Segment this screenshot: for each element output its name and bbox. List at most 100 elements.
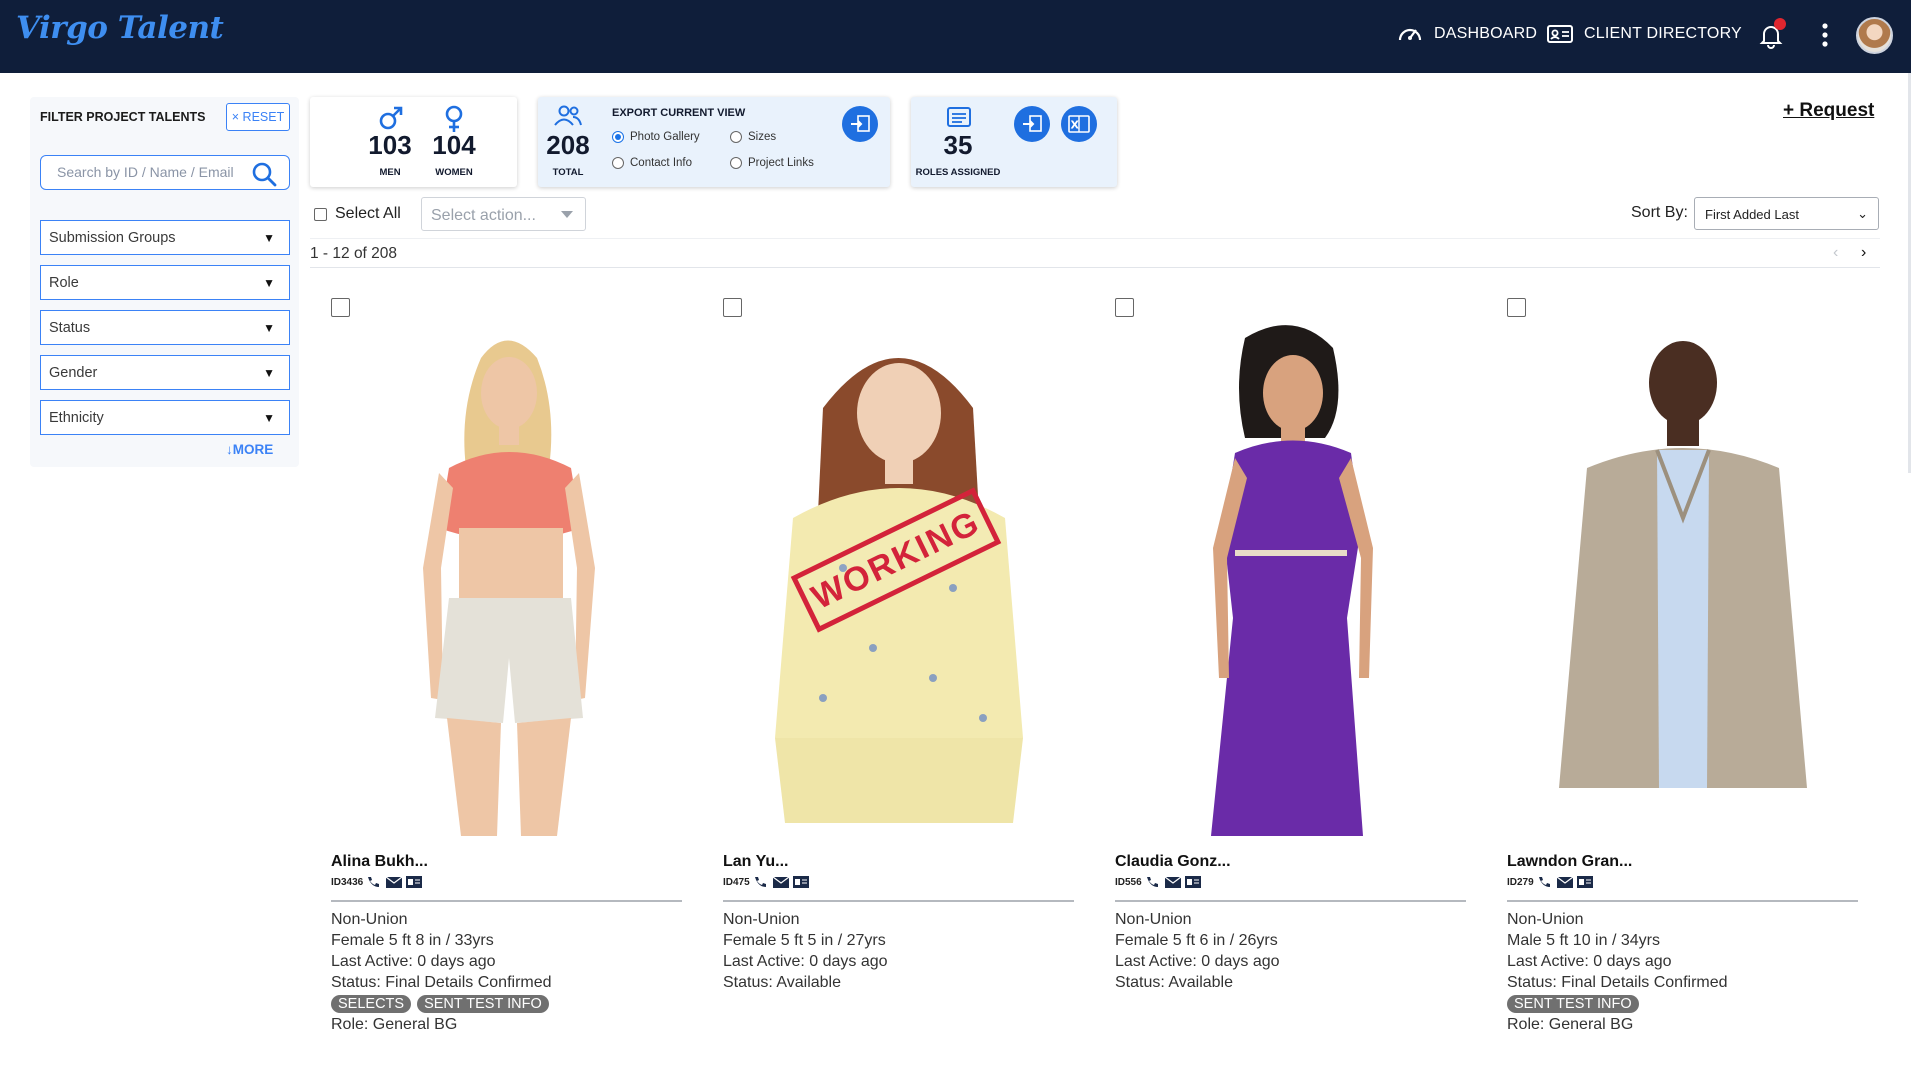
more-filters-link[interactable]: ↓MORE [226, 442, 273, 457]
ethnicity-dropdown[interactable]: Ethnicity ▼ [40, 400, 290, 435]
dropdown-arrow-icon: ▼ [263, 366, 275, 380]
status-badge: SELECTS [331, 995, 412, 1013]
phone-icon[interactable] [365, 875, 383, 889]
talent-photo[interactable] [331, 318, 683, 836]
talent-select-checkbox[interactable] [331, 298, 350, 317]
export-excel-button[interactable]: X [1061, 106, 1097, 142]
phone-icon[interactable] [752, 875, 770, 889]
search-icon[interactable] [251, 161, 277, 187]
nav-client-directory-label: CLIENT DIRECTORY [1584, 25, 1742, 42]
talent-search-field[interactable] [40, 155, 290, 190]
export-pdf-button[interactable] [842, 106, 878, 142]
dropdown-arrow-icon: ▼ [263, 411, 275, 425]
talent-name[interactable]: Lawndon Gran... [1507, 853, 1632, 871]
talent-details: Female 5 ft 5 in / 27yrs [723, 932, 886, 949]
talent-name[interactable]: Alina Bukh... [331, 853, 428, 871]
talent-info: Non-Union Female 5 ft 5 in / 27yrs Last … [723, 909, 888, 993]
talent-role: Role: General BG [1507, 1016, 1634, 1033]
submission-groups-dropdown[interactable]: Submission Groups ▼ [40, 220, 290, 255]
talent-last-active: Last Active: 0 days ago [1507, 953, 1672, 970]
export-roles-pdf-button[interactable] [1014, 106, 1050, 142]
results-range: 1 - 12 of 208 [310, 245, 398, 262]
talent-name[interactable]: Lan Yu... [723, 853, 789, 871]
prev-page-button[interactable]: ‹ [1833, 244, 1838, 262]
dropdown-arrow-icon: ▼ [263, 276, 275, 290]
talent-id-row: ID556 [1115, 875, 1202, 889]
select-all-checkbox[interactable] [314, 207, 327, 221]
talent-last-active: Last Active: 0 days ago [1115, 953, 1280, 970]
roles-label: ROLES ASSIGNED [915, 167, 1001, 178]
talent-last-active: Last Active: 0 days ago [723, 953, 888, 970]
contact-card-icon [1547, 25, 1573, 43]
email-icon[interactable] [772, 875, 790, 889]
contact-card-icon[interactable] [792, 875, 810, 889]
role-dropdown[interactable]: Role ▼ [40, 265, 290, 300]
talent-last-active: Last Active: 0 days ago [331, 953, 496, 970]
email-icon[interactable] [1164, 875, 1182, 889]
gender-dropdown[interactable]: Gender ▼ [40, 355, 290, 390]
talent-name[interactable]: Claudia Gonz... [1115, 853, 1231, 871]
brand-logo[interactable]: Virgo Talent [16, 10, 224, 46]
talent-photo[interactable] [1507, 318, 1859, 836]
email-icon[interactable] [1556, 875, 1574, 889]
user-avatar[interactable] [1856, 17, 1893, 54]
radio-unselected[interactable] [730, 131, 742, 143]
roles-count: 35 [943, 130, 973, 160]
select-all-label: Select All [335, 205, 401, 222]
notification-dot [1774, 18, 1786, 30]
radio-label: Sizes [748, 131, 777, 143]
add-request-link[interactable]: + Request [1783, 100, 1874, 122]
male-icon [379, 106, 403, 130]
talent-status: Status: Available [723, 974, 842, 991]
export-option-photo-gallery[interactable]: Photo Gallery [612, 131, 700, 143]
talent-select-checkbox[interactable] [723, 298, 742, 317]
talent-photo[interactable] [1115, 318, 1467, 836]
speedometer-icon [1398, 28, 1422, 41]
next-page-button[interactable]: › [1861, 244, 1866, 262]
more-filters-label: MORE [232, 442, 274, 457]
select-all-control[interactable]: Select All [314, 205, 401, 223]
talent-search-input[interactable] [57, 164, 247, 180]
radio-selected[interactable] [612, 131, 624, 143]
export-option-project-links[interactable]: Project Links [730, 157, 814, 169]
talent-status: Status: Available [1115, 974, 1234, 991]
women-count: 104 [432, 130, 476, 160]
talent-badges: SENT TEST INFO [1507, 993, 1728, 1014]
nav-client-directory-link[interactable]: CLIENT DIRECTORY [1546, 22, 1742, 46]
talent-id-row: ID475 [723, 875, 810, 889]
more-options-icon[interactable] [1818, 20, 1832, 50]
talent-info: Non-Union Female 5 ft 6 in / 26yrs Last … [1115, 909, 1280, 993]
talent-select-checkbox[interactable] [1507, 298, 1526, 317]
divider [310, 267, 1880, 268]
phone-icon[interactable] [1536, 875, 1554, 889]
phone-icon[interactable] [1144, 875, 1162, 889]
talent-info: Non-Union Female 5 ft 8 in / 33yrs Last … [331, 909, 555, 1035]
export-option-contact-info[interactable]: Contact Info [612, 157, 692, 169]
talent-union: Non-Union [1507, 911, 1584, 928]
nav-dashboard-label: DASHBOARD [1434, 25, 1538, 42]
export-title: EXPORT CURRENT VIEW [612, 107, 746, 119]
talent-details: Female 5 ft 8 in / 33yrs [331, 932, 494, 949]
contact-card-icon[interactable] [1576, 875, 1594, 889]
total-count: 208 [546, 130, 590, 160]
nav-dashboard-link[interactable]: DASHBOARD [1396, 22, 1537, 46]
radio-unselected[interactable] [730, 157, 742, 169]
status-dropdown[interactable]: Status ▼ [40, 310, 290, 345]
export-option-sizes[interactable]: Sizes [730, 131, 776, 143]
reset-filters-button[interactable]: × RESET [226, 103, 290, 131]
radio-unselected[interactable] [612, 157, 624, 169]
email-icon[interactable] [385, 875, 403, 889]
women-label: WOMEN [435, 167, 473, 178]
radio-label: Project Links [748, 157, 814, 169]
contact-card-icon[interactable] [1184, 875, 1202, 889]
dropdown-label: Status [49, 320, 91, 336]
arrow-down-icon: ↓ [226, 442, 233, 457]
people-group-icon [554, 105, 582, 126]
bulk-action-select[interactable]: Select action... [421, 197, 586, 231]
filter-title: FILTER PROJECT TALENTS [40, 110, 206, 124]
talent-status: Status: Final Details Confirmed [331, 974, 552, 991]
sort-select[interactable]: First Added Last ⌄ [1694, 197, 1879, 230]
talent-select-checkbox[interactable] [1115, 298, 1134, 317]
contact-card-icon[interactable] [405, 875, 423, 889]
caret-down-icon [561, 211, 573, 218]
